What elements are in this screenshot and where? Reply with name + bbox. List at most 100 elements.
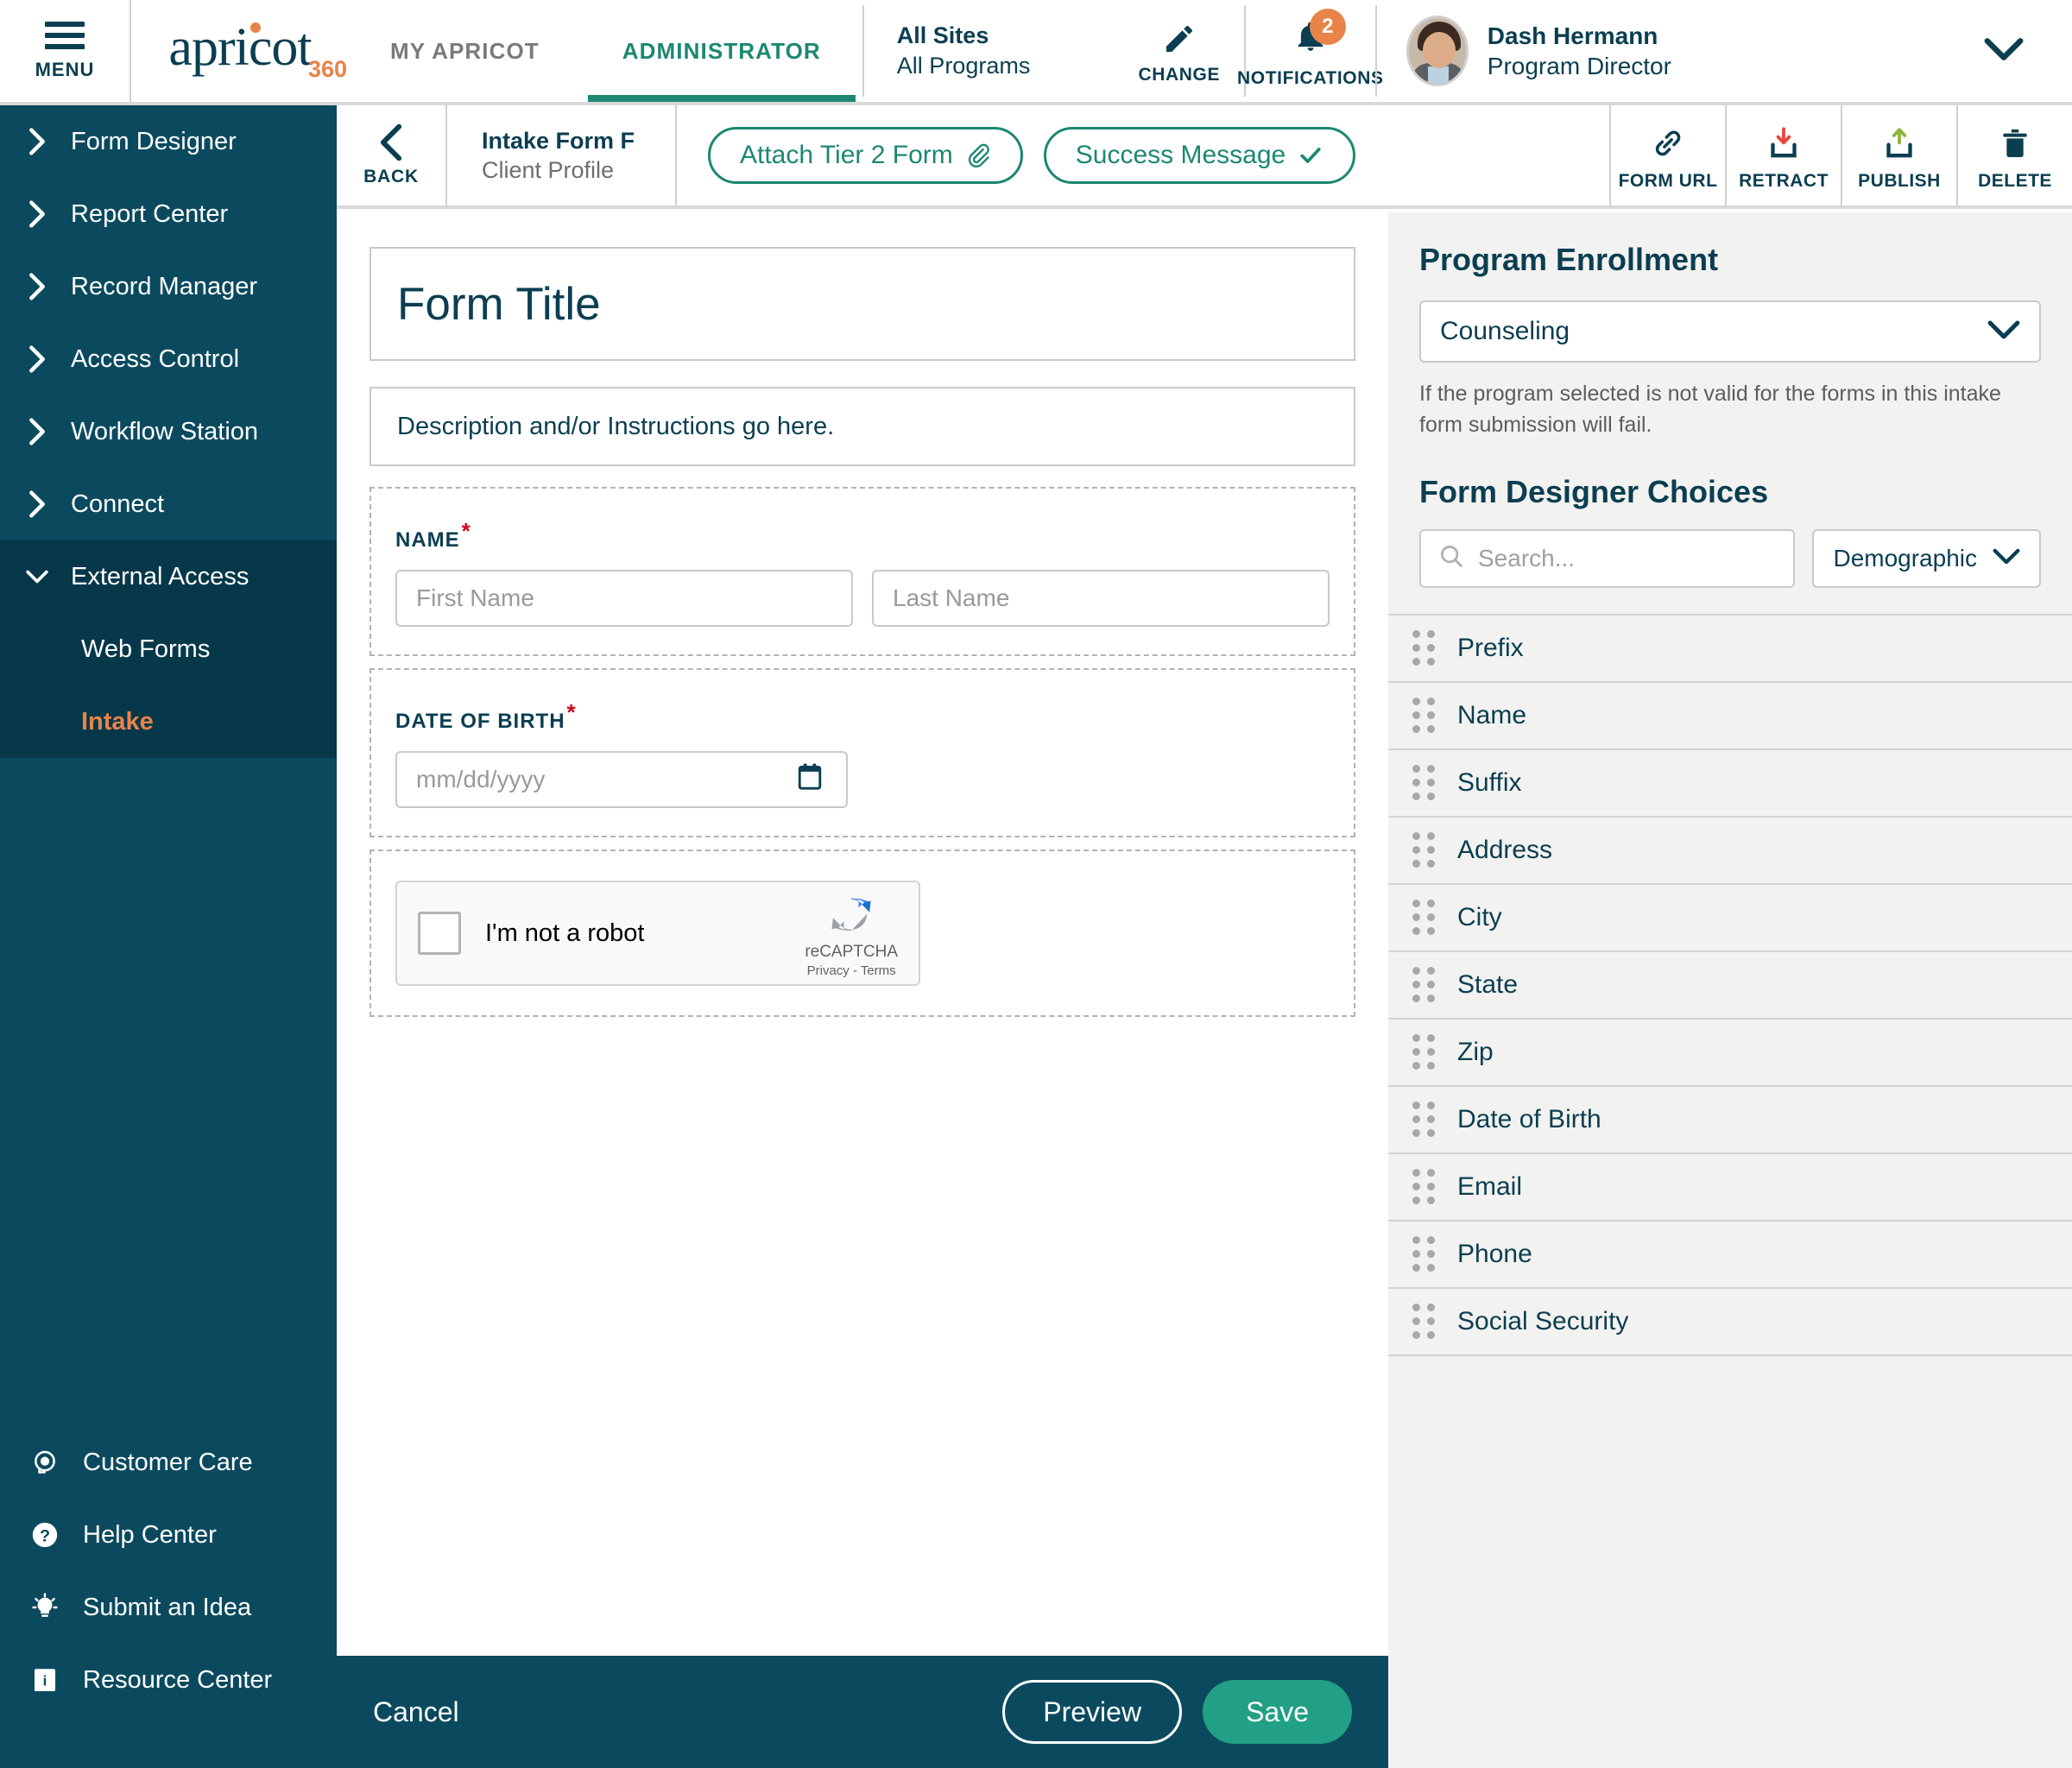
field-group-name[interactable]: NAME* First Name Last Name [370, 487, 1355, 656]
link-icon [1655, 130, 1681, 156]
attach-tier2-form-button[interactable]: Attach Tier 2 Form [708, 127, 1023, 184]
list-item[interactable]: State [1388, 952, 2072, 1020]
back-button[interactable]: BACK [337, 105, 447, 205]
toolbar-pill-group: Attach Tier 2 Form Success Message [677, 105, 1609, 205]
success-message-label: Success Message [1075, 141, 1286, 169]
list-item[interactable]: Email [1388, 1154, 2072, 1222]
drag-handle-icon[interactable] [1412, 1236, 1435, 1272]
cancel-button[interactable]: Cancel [373, 1696, 459, 1728]
sidebar-item-form-designer[interactable]: Form Designer [0, 105, 337, 178]
tab-my-apricot[interactable]: MY APRICOT [349, 0, 581, 102]
recaptcha-widget[interactable]: I'm not a robot reCAPTCHA Privacy - Term… [395, 881, 920, 986]
field-group-captcha[interactable]: I'm not a robot reCAPTCHA Privacy - Term… [370, 849, 1355, 1017]
retract-button[interactable]: RETRACT [1725, 105, 1841, 205]
list-item[interactable]: Social Security [1388, 1289, 2072, 1356]
list-item[interactable]: Zip [1388, 1020, 2072, 1087]
form-description-block[interactable]: Description and/or Instructions go here. [370, 387, 1355, 466]
sidebar: Form Designer Report Center Record Manag… [0, 105, 337, 1768]
chevron-right-icon [26, 200, 48, 228]
list-item[interactable]: Prefix [1388, 616, 2072, 683]
required-marker: * [461, 518, 471, 544]
recaptcha-legal-links[interactable]: Privacy - Terms [807, 963, 896, 978]
publish-button[interactable]: PUBLISH [1841, 105, 1956, 205]
sidebar-item-report-center[interactable]: Report Center [0, 178, 337, 250]
name-field-label: NAME* [395, 518, 1330, 552]
sidebar-item-connect[interactable]: Connect [0, 468, 337, 540]
user-role: Program Director [1487, 53, 1671, 79]
sidebar-item-help-center[interactable]: ? Help Center [0, 1499, 337, 1571]
list-item[interactable]: Phone [1388, 1222, 2072, 1289]
drag-handle-icon[interactable] [1412, 900, 1435, 935]
sidebar-item-record-manager[interactable]: Record Manager [0, 250, 337, 323]
sidebar-item-label: External Access [71, 562, 250, 590]
list-item[interactable]: Suffix [1388, 750, 2072, 818]
drag-handle-icon[interactable] [1412, 765, 1435, 800]
form-url-button[interactable]: FORM URL [1609, 105, 1725, 205]
tab-administrator[interactable]: ADMINISTRATOR [581, 0, 862, 102]
drag-handle-icon[interactable] [1412, 1304, 1435, 1339]
dob-label-text: DATE OF BIRTH [395, 710, 565, 733]
menu-button[interactable]: MENU [0, 0, 131, 102]
drag-handle-icon[interactable] [1412, 1034, 1435, 1070]
dob-field-label: DATE OF BIRTH* [395, 699, 1330, 734]
chevron-down-icon[interactable] [1984, 36, 2024, 66]
dob-input[interactable]: mm/dd/yyyy [395, 751, 848, 808]
sidebar-item-access-control[interactable]: Access Control [0, 323, 337, 395]
notifications-button[interactable]: 2 NOTIFICATIONS [1237, 0, 1383, 102]
tab-my-apricot-label: MY APRICOT [390, 37, 540, 64]
calendar-icon[interactable] [796, 762, 824, 798]
drag-handle-icon[interactable] [1412, 967, 1435, 1002]
drag-handle-icon[interactable] [1412, 1169, 1435, 1204]
choice-label: City [1457, 902, 1502, 931]
user-menu[interactable]: Dash Hermann Program Director [1377, 0, 2072, 102]
last-name-input[interactable]: Last Name [872, 570, 1330, 627]
list-item[interactable]: Address [1388, 818, 2072, 885]
first-name-input[interactable]: First Name [395, 570, 853, 627]
last-name-placeholder: Last Name [893, 584, 1010, 611]
success-message-button[interactable]: Success Message [1043, 127, 1356, 184]
program-enrollment-heading: Program Enrollment [1419, 242, 1719, 277]
list-item[interactable]: Name [1388, 683, 2072, 750]
sidebar-item-workflow-station[interactable]: Workflow Station [0, 395, 337, 468]
notification-badge: 2 [1309, 8, 1346, 45]
chevron-right-icon [26, 128, 48, 155]
program-scope-label: All Programs [896, 53, 1031, 79]
required-marker: * [566, 699, 577, 725]
sidebar-item-web-forms[interactable]: Web Forms [0, 613, 337, 685]
sidebar-item-intake[interactable]: Intake [0, 685, 337, 758]
sidebar-subitem-label: Intake [81, 707, 154, 736]
book-info-icon: i [29, 1665, 60, 1695]
search-placeholder: Search... [1478, 544, 1576, 571]
primary-nav: MY APRICOT ADMINISTRATOR [349, 0, 862, 102]
right-panel: Program Enrollment Counseling If the pro… [1388, 212, 2072, 1768]
program-enrollment-value: Counseling [1440, 317, 1570, 345]
sidebar-item-customer-care[interactable]: Customer Care [0, 1426, 337, 1499]
change-scope-button[interactable]: CHANGE [1115, 0, 1244, 102]
list-item[interactable]: Date of Birth [1388, 1087, 2072, 1154]
form-toolbar: BACK Intake Form F Client Profile Attach… [337, 105, 2072, 209]
drag-handle-icon[interactable] [1412, 832, 1435, 868]
sidebar-item-external-access[interactable]: External Access [0, 540, 337, 613]
retract-icon [1771, 127, 1797, 158]
apricot-logo[interactable]: apricot 360 [131, 0, 349, 102]
sidebar-item-resource-center[interactable]: i Resource Center [0, 1644, 337, 1716]
form-title-block[interactable]: Form Title [370, 247, 1355, 361]
field-group-date-of-birth[interactable]: DATE OF BIRTH* mm/dd/yyyy [370, 668, 1355, 837]
publish-icon [1886, 128, 1912, 158]
delete-button[interactable]: DELETE [1956, 105, 2072, 205]
search-icon [1438, 543, 1464, 573]
recaptcha-checkbox[interactable] [418, 912, 461, 955]
sidebar-item-label: Report Center [71, 199, 229, 228]
sidebar-footer-label: Help Center [83, 1520, 217, 1549]
category-select[interactable]: Demographic [1812, 528, 2041, 588]
drag-handle-icon[interactable] [1412, 1102, 1435, 1137]
list-item[interactable]: City [1388, 885, 2072, 952]
drag-handle-icon[interactable] [1412, 630, 1435, 666]
sidebar-item-submit-an-idea[interactable]: Submit an Idea [0, 1571, 337, 1644]
program-enrollment-select[interactable]: Counseling [1419, 300, 2041, 363]
name-label-text: NAME [395, 528, 460, 552]
save-button[interactable]: Save [1203, 1680, 1352, 1744]
search-input[interactable]: Search... [1419, 528, 1796, 588]
preview-button[interactable]: Preview [1002, 1680, 1183, 1744]
drag-handle-icon[interactable] [1412, 698, 1435, 733]
